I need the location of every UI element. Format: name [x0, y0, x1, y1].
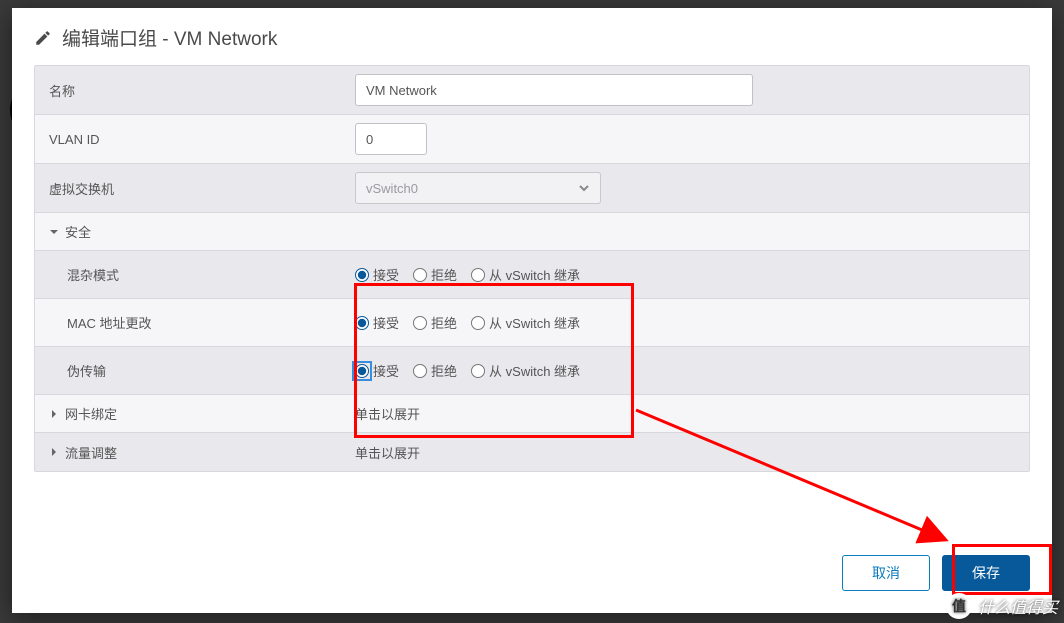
forged-radio-group: 接受 拒绝 从 vSwitch 继承: [355, 361, 580, 380]
row-vlan: VLAN ID: [35, 115, 1029, 164]
watermark-badge-icon: 值: [946, 593, 972, 619]
forged-reject[interactable]: 拒绝: [413, 361, 457, 380]
name-input[interactable]: [355, 74, 753, 106]
watermark-text: 什么值得买: [978, 594, 1058, 618]
row-mac-changes: MAC 地址更改 接受 拒绝 从 vSwitch 继承: [35, 299, 1029, 347]
row-security-header[interactable]: 安全: [35, 213, 1029, 251]
row-traffic-shaping[interactable]: 流量调整 单击以展开: [35, 433, 1029, 471]
dialog-title: 编辑端口组 - VM Network: [62, 24, 277, 51]
row-nic-teaming[interactable]: 网卡绑定 单击以展开: [35, 395, 1029, 433]
dialog-body: 名称 VLAN ID 虚拟交换机 vSwitch0: [12, 65, 1052, 541]
forged-accept[interactable]: 接受: [355, 361, 399, 380]
promisc-reject[interactable]: 拒绝: [413, 265, 457, 284]
forged-inherit[interactable]: 从 vSwitch 继承: [471, 361, 580, 380]
chevron-down-icon: [49, 227, 59, 237]
row-promiscuous: 混杂模式 接受 拒绝 从 vSwitch 继承: [35, 251, 1029, 299]
vswitch-label: 虚拟交换机: [35, 164, 343, 212]
promisc-radio-group: 接受 拒绝 从 vSwitch 继承: [355, 265, 580, 284]
mac-accept[interactable]: 接受: [355, 313, 399, 332]
save-button[interactable]: 保存: [942, 555, 1030, 591]
promisc-label: 混杂模式: [35, 251, 343, 298]
chevron-right-icon: [49, 409, 59, 419]
mac-reject[interactable]: 拒绝: [413, 313, 457, 332]
cancel-button[interactable]: 取消: [842, 555, 930, 591]
vswitch-value: vSwitch0: [366, 181, 418, 196]
row-vswitch: 虚拟交换机 vSwitch0: [35, 164, 1029, 213]
promisc-inherit[interactable]: 从 vSwitch 继承: [471, 265, 580, 284]
name-label: 名称: [35, 66, 343, 114]
security-label: 安全: [35, 213, 343, 250]
expand-hint: 单击以展开: [355, 443, 420, 462]
forged-label: 伪传输: [35, 347, 343, 394]
vlan-input[interactable]: [355, 123, 427, 155]
chevron-right-icon: [49, 447, 59, 457]
chevron-down-icon: [578, 182, 590, 194]
mac-inherit[interactable]: 从 vSwitch 继承: [471, 313, 580, 332]
mac-label: MAC 地址更改: [35, 299, 343, 346]
vlan-label: VLAN ID: [35, 115, 343, 163]
expand-hint: 单击以展开: [355, 404, 420, 423]
nic-label: 网卡绑定: [35, 395, 343, 432]
promisc-accept[interactable]: 接受: [355, 265, 399, 284]
mac-radio-group: 接受 拒绝 从 vSwitch 继承: [355, 313, 580, 332]
vswitch-select[interactable]: vSwitch0: [355, 172, 601, 204]
dialog-footer: 取消 保存: [12, 541, 1052, 613]
traffic-label: 流量调整: [35, 433, 343, 471]
edit-portgroup-dialog: 编辑端口组 - VM Network 名称 VLAN ID 虚拟交换机: [12, 8, 1052, 613]
watermark: 值 什么值得买: [946, 593, 1058, 619]
row-forged-transmits: 伪传输 接受 拒绝 从 vSwitch 继承: [35, 347, 1029, 395]
row-name: 名称: [35, 66, 1029, 115]
dialog-header: 编辑端口组 - VM Network: [12, 8, 1052, 65]
pencil-icon: [34, 29, 52, 47]
form-table: 名称 VLAN ID 虚拟交换机 vSwitch0: [34, 65, 1030, 472]
